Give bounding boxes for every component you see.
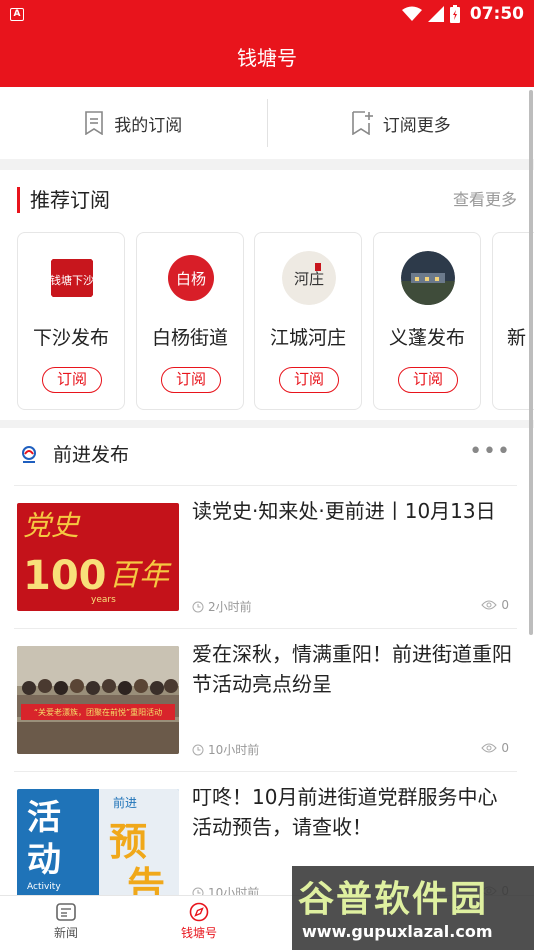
- newspaper-icon: [56, 903, 76, 921]
- thumb-text-side: 百年: [109, 558, 172, 593]
- channel-logo-text: 钱塘下沙: [50, 273, 94, 287]
- channel-name: 新: [507, 327, 527, 349]
- news-time: 2小时前: [208, 600, 252, 614]
- news-title: 叮咚！10月前进街道党群服务中心活动预告，请查收！: [192, 785, 498, 839]
- compass-icon: [189, 902, 209, 922]
- view-count-value: 0: [501, 598, 509, 612]
- eye-icon: [481, 600, 498, 610]
- thumb-right-top: 预: [109, 820, 147, 864]
- channel-name: 江城河庄: [269, 327, 346, 349]
- news-thumbnail: 党史 100 百年 years: [17, 503, 179, 611]
- clock-icon: [192, 887, 204, 895]
- subscribe-button[interactable]: 订阅: [42, 367, 102, 393]
- my-subscriptions-label: 我的订阅: [114, 115, 183, 136]
- thumb-left-bottom: 动: [27, 840, 61, 880]
- bookmark-list-icon: [85, 111, 104, 135]
- subscribe-bar: 我的订阅 订阅更多: [0, 87, 534, 159]
- signal-icon: [427, 6, 444, 22]
- channel-card[interactable]: 义蓬发布 订阅: [373, 232, 481, 410]
- thumb-left-top: 活: [27, 798, 61, 838]
- battery-icon: [449, 5, 460, 23]
- clock-icon: [192, 601, 204, 612]
- channel-logo: [401, 251, 455, 305]
- view-count: 0: [481, 598, 509, 612]
- tab-news[interactable]: 新闻: [31, 902, 101, 941]
- channel-card[interactable]: 钱塘下沙 下沙发布 订阅: [17, 232, 125, 410]
- news-meta: 10小时前: [192, 884, 259, 895]
- more-options-icon[interactable]: •••: [469, 440, 511, 464]
- news-item[interactable]: 党史 100 百年 years 读党史·知来处·更前进丨10月13日 2小时前 …: [14, 485, 517, 628]
- tab-qiantang[interactable]: 钱塘号: [164, 902, 234, 941]
- view-count: 0: [481, 741, 509, 755]
- thumb-badge: 前进: [113, 795, 137, 810]
- clock: 07:50: [469, 4, 524, 24]
- wifi-icon: [401, 6, 422, 21]
- channel-name: 下沙发布: [32, 327, 109, 349]
- recommended-carousel[interactable]: 钱塘下沙 下沙发布 订阅 白杨 白杨街道 订阅 河庄 江城河庄 订阅 义蓬发布: [17, 232, 534, 410]
- app-notification-icon: A: [10, 8, 24, 21]
- thumb-text-top: 党史: [23, 509, 81, 542]
- news-time: 10小时前: [208, 886, 260, 895]
- bookmark-add-icon: [351, 111, 373, 135]
- channel-logo: 河庄: [282, 251, 336, 305]
- thumb-text-small: years: [91, 595, 116, 605]
- channel-name: 前进发布: [53, 444, 130, 466]
- channel-card[interactable]: 河庄 江城河庄 订阅: [254, 232, 362, 410]
- news-title: 读党史·知来处·更前进丨10月13日: [192, 499, 496, 523]
- channel-logo-text: 河庄: [294, 270, 324, 288]
- recommended-header: 推荐订阅 查看更多: [17, 185, 517, 215]
- view-more-link[interactable]: 查看更多: [453, 185, 517, 215]
- news-thumbnail: “关爱老漂族，团聚在前悦”重阳活动: [17, 646, 179, 754]
- recommended-section: 推荐订阅 查看更多 钱塘下沙 下沙发布 订阅 白杨 白杨街道 订阅 河庄 江城河…: [0, 170, 534, 420]
- status-bar: A 07:50: [0, 0, 534, 30]
- subscribe-button[interactable]: 订阅: [279, 367, 339, 393]
- channel-name: 白杨街道: [151, 327, 228, 349]
- watermark-title: 谷普软件园: [298, 879, 489, 920]
- clock-icon: [192, 744, 204, 755]
- channel-logo: 白杨: [164, 251, 218, 305]
- subscribe-button[interactable]: 订阅: [398, 367, 458, 393]
- watermark-url: www.gupuxlazal.com: [302, 922, 493, 941]
- news-item[interactable]: “关爱老漂族，团聚在前悦”重阳活动 爱在深秋，情满重阳！前进街道重阳节活动亮点纷…: [14, 628, 517, 771]
- channel-feed: 前进发布 ••• 党史 100 百年 years 读党史·知来处·更前进丨10月…: [0, 428, 534, 895]
- eye-icon: [481, 743, 498, 753]
- page-title: 钱塘号: [0, 30, 534, 87]
- scrollbar[interactable]: [529, 90, 533, 635]
- thumb-text-big: 100: [23, 553, 107, 599]
- thumb-banner: “关爱老漂族，团聚在前悦”重阳活动: [34, 707, 162, 717]
- my-subscriptions-button[interactable]: 我的订阅: [0, 87, 267, 159]
- section-accent-bar: [17, 187, 20, 213]
- channel-card[interactable]: 白杨 白杨街道 订阅: [136, 232, 244, 410]
- news-thumbnail: 活 动 Activity 前进 预 告: [17, 789, 179, 895]
- channel-header: 前进发布 •••: [17, 440, 517, 470]
- tab-news-label: 新闻: [53, 926, 78, 940]
- subscribe-more-button[interactable]: 订阅更多: [268, 87, 534, 159]
- recommended-title: 推荐订阅: [30, 188, 110, 212]
- thumb-right-bottom: 告: [127, 864, 165, 895]
- subscribe-more-label: 订阅更多: [382, 115, 451, 136]
- news-meta: 2小时前: [192, 598, 252, 615]
- channel-emblem-icon: [22, 446, 36, 463]
- channel-logo-text: 白杨: [176, 270, 206, 288]
- news-title: 爱在深秋，情满重阳！前进街道重阳节活动亮点纷呈: [192, 642, 512, 696]
- site-watermark: 谷普软件园 www.gupuxlazal.com: [292, 866, 534, 950]
- view-count-value: 0: [501, 741, 509, 755]
- news-time: 10小时前: [208, 743, 260, 757]
- tab-qiantang-label: 钱塘号: [180, 926, 217, 940]
- channel-card[interactable]: 新: [492, 232, 534, 410]
- channel-name: 义蓬发布: [388, 327, 465, 349]
- news-meta: 10小时前: [192, 741, 259, 758]
- thumb-sub: Activity: [27, 882, 61, 892]
- subscribe-button[interactable]: 订阅: [161, 367, 221, 393]
- channel-logo: 钱塘下沙: [45, 251, 99, 305]
